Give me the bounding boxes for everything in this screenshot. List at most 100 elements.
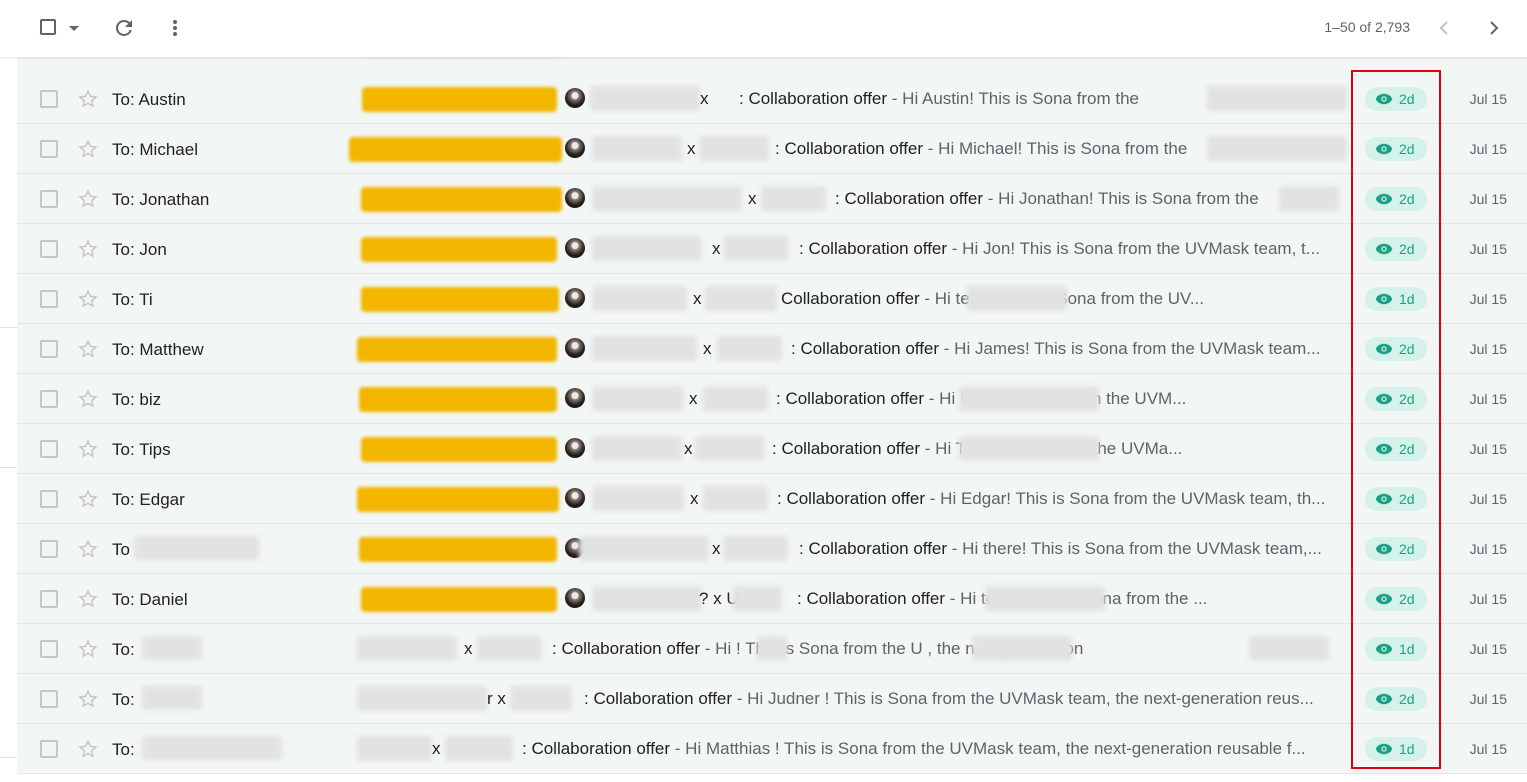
star-icon[interactable] (77, 438, 99, 460)
redacted-sender (592, 286, 687, 311)
redacted-text (1207, 136, 1347, 161)
email-row[interactable]: To: Edgar x: Collaboration offer - Hi Edg… (17, 474, 1527, 524)
subject-prefix: x (703, 339, 712, 358)
star-icon[interactable] (77, 138, 99, 160)
redacted-brand (477, 636, 542, 661)
email-row[interactable]: To: Daniel? x U: Collaboration offer - H… (17, 574, 1527, 624)
star-icon[interactable] (77, 638, 99, 660)
label-chip (359, 537, 557, 562)
row-checkbox[interactable] (40, 390, 58, 408)
email-row[interactable]: To: Jonathan x: Collaboration offer - Hi … (17, 174, 1527, 224)
refresh-icon[interactable] (112, 16, 136, 40)
email-row[interactable]: To: TixCollaboration offer - Hi team! Th… (17, 274, 1527, 324)
received-date: Jul 15 (1469, 691, 1507, 707)
redacted-recipient (142, 686, 202, 710)
star-icon[interactable] (77, 238, 99, 260)
email-row[interactable]: To: x: Collaboration offer - Hi Matthias … (17, 724, 1527, 774)
email-row[interactable]: To: r x: Collaboration offer - Hi Judner … (17, 674, 1527, 724)
chevron-left-icon[interactable] (1432, 16, 1456, 40)
email-row[interactable]: To: x: Collaboration offer - Hi ! This is… (17, 624, 1527, 674)
row-checkbox[interactable] (40, 290, 58, 308)
recipient: To: Jon (112, 240, 167, 259)
redacted-sender (357, 636, 457, 661)
received-date: Jul 15 (1469, 191, 1507, 207)
recipient: To: (112, 690, 135, 709)
label-chip (361, 587, 557, 612)
redacted-sender (592, 186, 742, 211)
subject-line[interactable]: : Collaboration offer - Hi James! This i… (791, 339, 1345, 359)
received-date: Jul 15 (1469, 341, 1507, 357)
received-date: Jul 15 (1469, 491, 1507, 507)
redacted-text (1279, 186, 1339, 211)
recipient: To: Michael (112, 140, 198, 159)
chevron-right-icon[interactable] (1482, 16, 1506, 40)
star-icon[interactable] (77, 688, 99, 710)
star-icon[interactable] (77, 738, 99, 760)
recipient: To: Daniel (112, 590, 188, 609)
row-checkbox[interactable] (40, 490, 58, 508)
star-icon[interactable] (77, 188, 99, 210)
subject-text: : Collaboration offer (772, 439, 921, 458)
email-row[interactable]: To: Matthew x: Collaboration offer - Hi J… (17, 324, 1527, 374)
subject-text: : Collaboration offer (777, 489, 926, 508)
subject-line[interactable]: : Collaboration offer - Hi Jon! This is … (799, 239, 1345, 259)
subject-text: : Collaboration offer (835, 189, 984, 208)
subject-line[interactable]: : Collaboration offer - Hi Matthias ! Th… (522, 739, 1345, 759)
star-icon[interactable] (77, 588, 99, 610)
subject-line[interactable]: : Collaboration offer - Hi ! This is Son… (552, 639, 1345, 659)
row-checkbox[interactable] (40, 690, 58, 708)
snippet-text: - Hi Matthias ! This is Sona from the UV… (670, 739, 1306, 758)
subject-line[interactable]: : Collaboration offer - Hi Judner ! This… (584, 689, 1345, 709)
row-checkbox[interactable] (40, 540, 58, 558)
redacted-text (967, 286, 1067, 311)
redacted-brand (699, 136, 769, 161)
email-row[interactable]: To x: Collaboration offer - Hi there! Thi… (17, 524, 1527, 574)
row-checkbox[interactable] (40, 640, 58, 658)
recipient: To: Ti (112, 290, 153, 309)
subject-line[interactable]: : Collaboration offer - Hi there! This i… (799, 539, 1345, 559)
row-checkbox[interactable] (40, 440, 58, 458)
snippet-text: - Hi Austin! This is Sona from the (887, 89, 1140, 108)
subject-text: : Collaboration offer (584, 689, 733, 708)
toolbar: 1–50 of 2,793 (0, 0, 1527, 57)
email-row[interactable]: To: Austin x: Collaboration offer - Hi Au… (17, 74, 1527, 124)
row-checkbox[interactable] (40, 190, 58, 208)
avatar (565, 238, 585, 258)
subject-line[interactable]: : Collaboration offer - Hi Edgar! This i… (777, 489, 1345, 509)
star-icon[interactable] (77, 388, 99, 410)
star-icon[interactable] (77, 338, 99, 360)
row-checkbox[interactable] (40, 740, 58, 758)
row-checkbox[interactable] (40, 240, 58, 258)
redacted-sender (579, 536, 709, 561)
recipient: To: biz (112, 390, 162, 409)
subject-line[interactable]: : Collaboration offer - Hi Jonathan! Thi… (835, 189, 1345, 209)
label-chip (361, 287, 559, 312)
more-vert-icon[interactable] (165, 16, 185, 40)
star-icon[interactable] (77, 538, 99, 560)
subject-prefix: x (684, 439, 693, 458)
email-row[interactable]: To: Tipsx: Collaboration offer - Hi This… (17, 424, 1527, 474)
row-checkbox[interactable] (40, 590, 58, 608)
row-checkbox[interactable] (40, 340, 58, 358)
redacted-brand (445, 736, 513, 761)
redacted-text (1207, 86, 1347, 111)
email-row[interactable]: To: Jon x: Collaboration offer - Hi Jon! … (17, 224, 1527, 274)
snippet-text: - Hi Jonathan! This is Sona from the (983, 189, 1259, 208)
row-checkbox[interactable] (40, 140, 58, 158)
avatar (565, 138, 585, 158)
email-row[interactable]: To: Michael x: Collaboration offer - Hi M… (17, 124, 1527, 174)
subject-text: : Collaboration offer (775, 139, 924, 158)
label-chip (361, 237, 557, 262)
row-checkbox[interactable] (40, 90, 58, 108)
star-icon[interactable] (77, 488, 99, 510)
sidebar-edge (0, 467, 17, 468)
star-icon[interactable] (77, 288, 99, 310)
star-icon[interactable] (77, 88, 99, 110)
subject-prefix: x (712, 539, 721, 558)
redacted-brand (703, 486, 768, 511)
email-row[interactable]: To: bizx: Collaboration offer - Hi ! Thi… (17, 374, 1527, 424)
select-dropdown-caret-icon[interactable] (69, 26, 79, 31)
avatar (565, 438, 585, 458)
select-all-checkbox[interactable] (40, 19, 56, 35)
avatar (565, 388, 585, 408)
